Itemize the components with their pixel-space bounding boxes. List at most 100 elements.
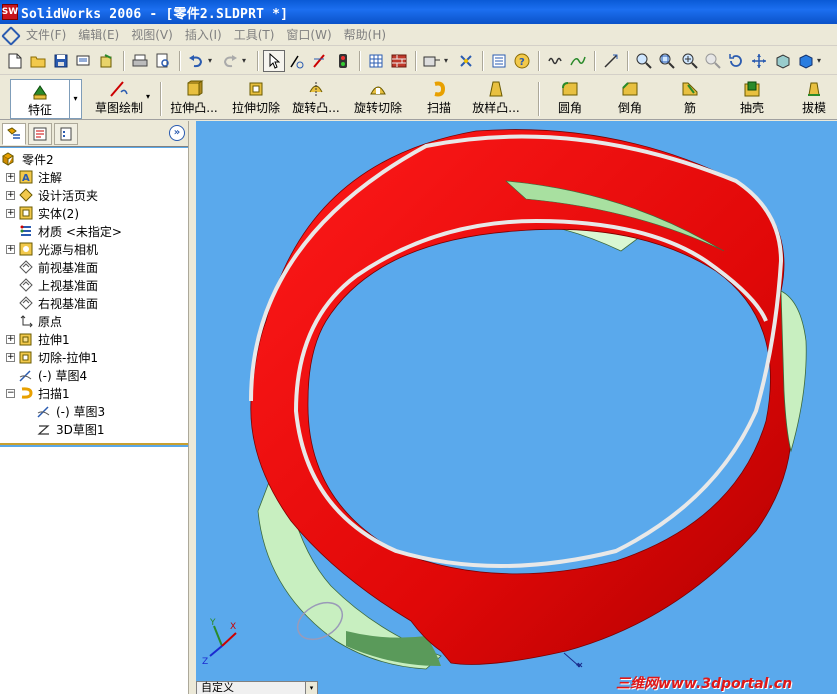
model-view[interactable]: Y X Z xyxy=(196,121,837,694)
undo-icon[interactable] xyxy=(185,50,207,72)
zoom-selection-icon[interactable] xyxy=(702,50,724,72)
revolve-boss-button[interactable]: 旋转凸... xyxy=(288,80,344,118)
rib-button[interactable]: 筋 xyxy=(672,80,708,118)
revolve-cut-button[interactable]: 旋转切除 xyxy=(350,80,406,118)
tree-root[interactable]: 零件2 xyxy=(2,150,54,168)
tree-item[interactable]: 原点 xyxy=(6,312,62,330)
sketch-icon[interactable] xyxy=(309,50,331,72)
display-style-icon[interactable] xyxy=(794,50,816,72)
tree-item[interactable]: 前视基准面 xyxy=(6,258,98,276)
solidworks-logo-icon[interactable]: SW xyxy=(2,4,18,20)
tree-item[interactable]: + 切除-拉伸1 xyxy=(6,348,98,366)
measure-icon[interactable] xyxy=(600,50,622,72)
tree-item[interactable]: 右视基准面 xyxy=(6,294,98,312)
graphics-area[interactable]: Y X Z 自定义 ▾ 三维网www.3dportal.cn xyxy=(196,121,837,694)
panel-collapse-button[interactable]: » xyxy=(169,125,185,141)
shell-button[interactable]: 抽壳 xyxy=(732,80,772,118)
curve-icon[interactable] xyxy=(567,50,589,72)
revolve-cut-label: 旋转切除 xyxy=(353,101,402,115)
shaded-icon[interactable] xyxy=(771,50,793,72)
tab-feature-manager[interactable] xyxy=(2,122,26,145)
open-icon[interactable] xyxy=(27,50,49,72)
expand-icon[interactable]: + xyxy=(6,244,15,254)
tree-item[interactable]: + A 注解 xyxy=(6,168,62,186)
configuration-dropdown-icon[interactable]: ▾ xyxy=(305,682,317,694)
zoom-window-icon[interactable] xyxy=(656,50,678,72)
print-icon[interactable] xyxy=(129,50,151,72)
rotate-icon[interactable] xyxy=(725,50,747,72)
plane-icon xyxy=(18,259,34,275)
expand-icon[interactable]: + xyxy=(6,208,15,218)
properties-icon[interactable] xyxy=(488,50,510,72)
menu-file[interactable]: 文件(F) xyxy=(20,25,72,45)
undo-dropdown-icon[interactable]: ▾ xyxy=(208,56,216,65)
tree-item[interactable]: + 光源与相机 xyxy=(6,240,98,258)
view-orientation-dropdown-icon[interactable]: ▾ xyxy=(444,56,452,65)
expand-icon[interactable]: + xyxy=(6,172,15,182)
tree-item[interactable]: 3D草图1 xyxy=(24,420,105,438)
expand-icon[interactable]: + xyxy=(6,190,15,200)
tree-item[interactable]: + 实体(2) xyxy=(6,204,79,222)
features-mode-dropdown-icon[interactable]: ▾ xyxy=(70,79,82,119)
view-orientation-icon[interactable] xyxy=(421,50,443,72)
redo-dropdown-icon[interactable]: ▾ xyxy=(242,56,250,65)
extrude-cut-label: 拉伸切除 xyxy=(231,101,280,115)
preview-icon[interactable] xyxy=(152,50,174,72)
rib-label: 筋 xyxy=(683,101,696,115)
spring-icon[interactable] xyxy=(544,50,566,72)
collapse-icon[interactable]: − xyxy=(6,388,15,398)
print-preview-icon[interactable] xyxy=(73,50,95,72)
configuration-selector[interactable]: 自定义 ▾ xyxy=(196,681,318,694)
tab-property-manager[interactable] xyxy=(28,122,52,145)
save-icon[interactable] xyxy=(50,50,72,72)
toolbar-separator xyxy=(179,50,181,71)
tree-item[interactable]: (-) 草图3 xyxy=(24,402,105,420)
draft-button[interactable]: 拔模 xyxy=(794,80,834,118)
tree-item[interactable]: 材质 <未指定> xyxy=(6,222,122,240)
zoom-to-fit-icon[interactable] xyxy=(633,50,655,72)
extrude-cut-button[interactable]: 拉伸切除 xyxy=(228,80,284,118)
tab-configuration-manager[interactable] xyxy=(54,122,78,145)
select-icon[interactable] xyxy=(263,49,285,72)
menu-view[interactable]: 视图(V) xyxy=(125,25,179,45)
tree-item[interactable]: − 扫描1 xyxy=(6,384,70,402)
tree-item[interactable]: + 设计活页夹 xyxy=(6,186,98,204)
menu-edit[interactable]: 编辑(E) xyxy=(72,25,125,45)
triad-z-label: Z xyxy=(202,657,208,667)
brick-icon[interactable] xyxy=(388,50,410,72)
display-style-dropdown-icon[interactable]: ▾ xyxy=(817,56,825,65)
loft-button[interactable]: 放样凸... xyxy=(468,80,524,118)
menu-tools[interactable]: 工具(T) xyxy=(228,25,281,45)
sketch-mode-button[interactable]: 草图绘制 xyxy=(86,80,152,118)
help-icon[interactable]: ? xyxy=(511,50,533,72)
sketch-mode-dropdown-icon[interactable]: ▾ xyxy=(146,92,150,101)
menu-help[interactable]: 帮助(H) xyxy=(338,25,392,45)
menu-insert[interactable]: 插入(I) xyxy=(179,25,228,45)
fillet-button[interactable]: 圆角 xyxy=(550,80,590,118)
tree-item[interactable]: 上视基准面 xyxy=(6,276,98,294)
extrude-boss-button[interactable]: 拉伸凸... xyxy=(166,80,222,118)
chamfer-button[interactable]: 倒角 xyxy=(610,80,650,118)
panel-splitter[interactable] xyxy=(188,121,196,694)
new-document-icon[interactable] xyxy=(4,50,26,72)
traffic-light-icon[interactable] xyxy=(332,50,354,72)
sweep-button[interactable]: 扫描 xyxy=(416,80,462,118)
features-mode-button[interactable]: 特征 xyxy=(10,79,70,119)
tree-item-label: (-) 草图3 xyxy=(56,404,106,419)
zoom-in-out-icon[interactable] xyxy=(679,50,701,72)
rebuild-icon[interactable] xyxy=(455,50,477,72)
tree-item[interactable]: (-) 草图4 xyxy=(6,366,87,384)
extrude-icon xyxy=(18,331,34,347)
pan-icon[interactable] xyxy=(748,50,770,72)
menu-window[interactable]: 窗口(W) xyxy=(280,25,337,45)
options-icon[interactable] xyxy=(96,50,118,72)
menu-bar: 文件(F) 编辑(E) 视图(V) 插入(I) 工具(T) 窗口(W) 帮助(H… xyxy=(0,24,837,46)
expand-icon[interactable]: + xyxy=(6,352,15,362)
tree-item[interactable]: + 拉伸1 xyxy=(6,330,70,348)
redo-icon[interactable] xyxy=(219,50,241,72)
rib-icon xyxy=(682,82,698,96)
smart-dimension-icon[interactable] xyxy=(286,50,308,72)
solidworks-menu-icon[interactable] xyxy=(2,27,18,43)
expand-icon[interactable]: + xyxy=(6,334,15,344)
grid-icon[interactable] xyxy=(365,50,387,72)
